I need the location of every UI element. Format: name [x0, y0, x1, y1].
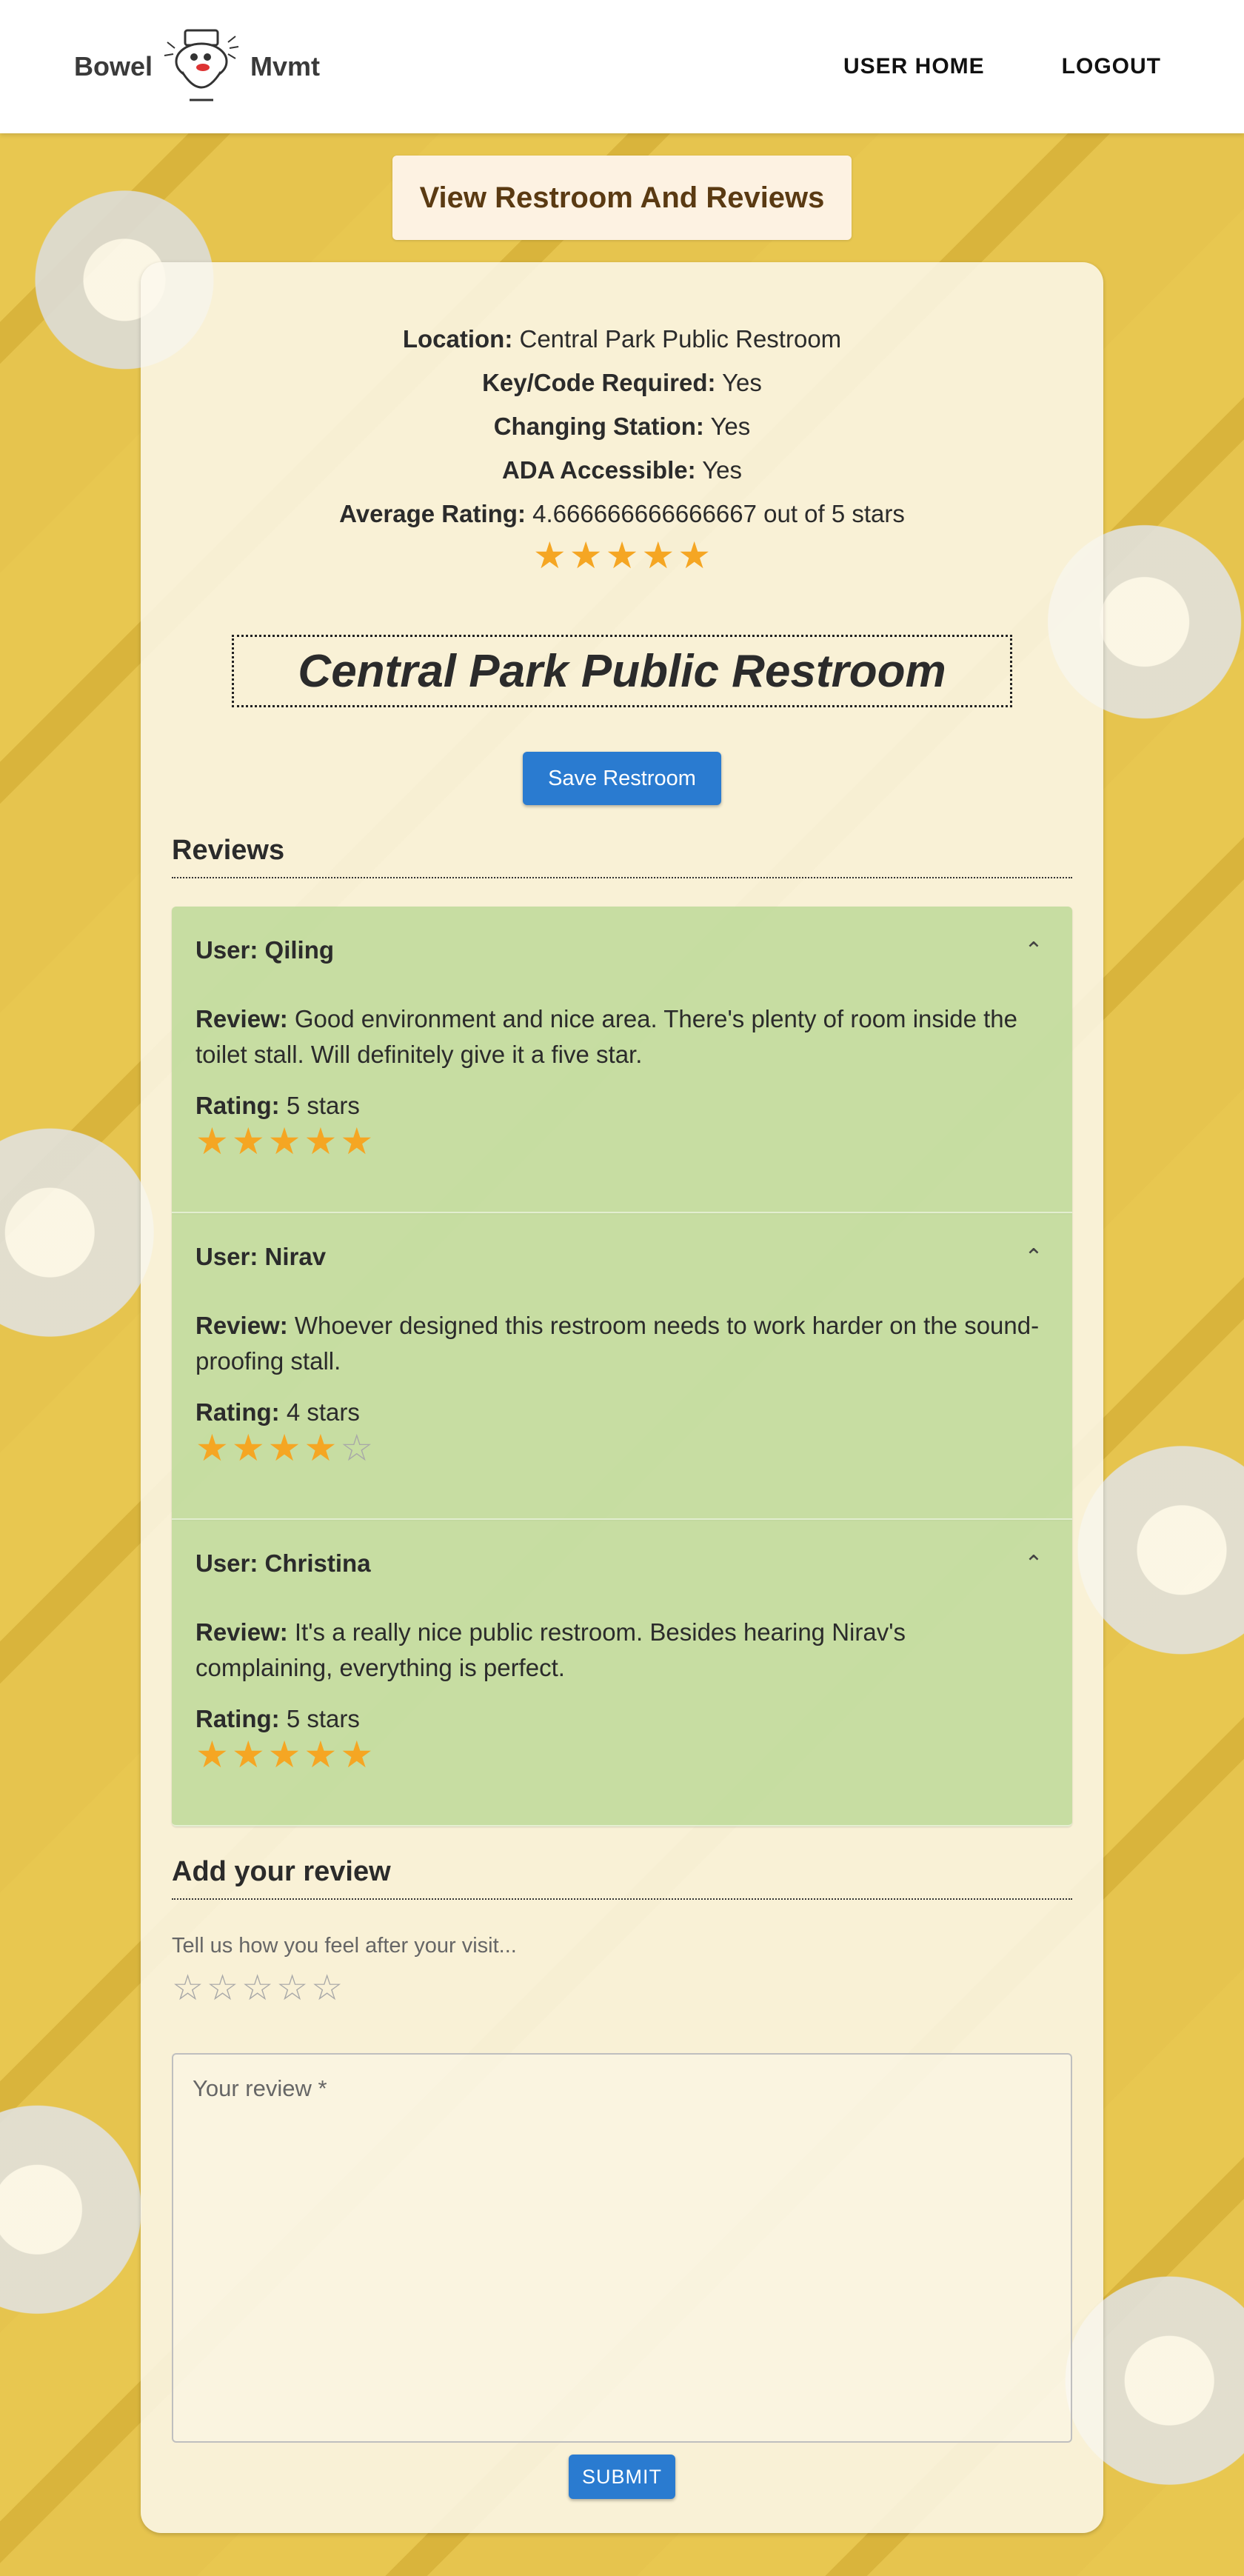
location-value: Central Park Public Restroom: [519, 325, 842, 353]
average-rating-label: Average Rating:: [339, 500, 526, 527]
star-filled-icon: ★: [340, 1121, 374, 1162]
top-navbar: Bowel Mvmt USER HOME LOGOUT: [0, 0, 1244, 133]
page-title: View Restroom And Reviews: [419, 181, 825, 214]
review-header[interactable]: User: Qiling ⌃: [195, 936, 1049, 964]
main-nav: USER HOME LOGOUT: [835, 47, 1170, 87]
review-user: User: Qiling: [195, 936, 335, 964]
star-empty-icon[interactable]: ☆: [276, 1970, 308, 2007]
rating-prompt: Tell us how you feel after your visit...: [172, 1934, 517, 1958]
review-stars: ★ ★ ★ ★ ☆: [195, 1429, 373, 1466]
chevron-up-icon[interactable]: ⌃: [1019, 1244, 1049, 1270]
ada-line: ADA Accessible: Yes: [141, 448, 1103, 492]
reviews-list: User: Qiling ⌃ Review: Good environment …: [172, 907, 1072, 1826]
page-title-box: View Restroom And Reviews: [392, 156, 852, 240]
toilet-logo-icon: [164, 29, 239, 101]
star-filled-icon: ★: [231, 1121, 265, 1162]
rating-label: Rating:: [195, 1092, 280, 1119]
nav-user-home[interactable]: USER HOME: [835, 47, 994, 87]
average-rating-line: Average Rating: 4.666666666666667 out of…: [141, 492, 1103, 535]
review-item: User: Qiling ⌃ Review: Good environment …: [172, 907, 1072, 1213]
star-empty-icon[interactable]: ☆: [241, 1970, 273, 2007]
rating-value: 5 stars: [286, 1705, 360, 1732]
star-filled-icon: ★: [569, 535, 603, 576]
key-line: Key/Code Required: Yes: [141, 361, 1103, 404]
review-text: Review: Whoever designed this restroom n…: [195, 1308, 1049, 1379]
star-filled-icon: ★: [304, 1734, 338, 1775]
star-filled-icon: ★: [267, 1734, 301, 1775]
review-textarea[interactable]: Your review *: [172, 2053, 1072, 2443]
save-restroom-button[interactable]: Save Restroom: [523, 752, 721, 805]
review-textarea-placeholder: Your review *: [193, 2075, 327, 2101]
rating-value: 5 stars: [286, 1092, 360, 1119]
restroom-info: Location: Central Park Public Restroom K…: [141, 262, 1103, 574]
average-rating-value: 4.666666666666667 out of 5 stars: [532, 500, 905, 527]
reviews-heading: Reviews: [172, 835, 1072, 878]
review-header[interactable]: User: Christina ⌃: [195, 1549, 1049, 1578]
location-line: Location: Central Park Public Restroom: [141, 317, 1103, 361]
ada-value: Yes: [702, 456, 743, 484]
star-filled-icon: ★: [532, 535, 566, 576]
chevron-up-icon[interactable]: ⌃: [1019, 1551, 1049, 1577]
review-label: Review:: [195, 1005, 288, 1032]
review-body: It's a really nice public restroom. Besi…: [195, 1618, 906, 1681]
review-label: Review:: [195, 1312, 288, 1339]
star-empty-icon: ☆: [340, 1427, 374, 1469]
rating-input-stars[interactable]: ☆ ☆ ☆ ☆ ☆: [172, 1970, 343, 2007]
key-label: Key/Code Required:: [482, 369, 716, 396]
star-filled-icon: ★: [304, 1427, 338, 1469]
changing-value: Yes: [710, 413, 751, 440]
review-text: Review: Good environment and nice area. …: [195, 1001, 1049, 1072]
review-body: Whoever designed this restroom needs to …: [195, 1312, 1040, 1375]
star-filled-icon: ★: [641, 535, 675, 576]
star-filled-icon: ★: [195, 1427, 229, 1469]
star-filled-icon: ★: [231, 1734, 265, 1775]
nav-logout[interactable]: LOGOUT: [1053, 47, 1170, 87]
star-filled-icon: ★: [195, 1121, 229, 1162]
review-rating: Rating: 4 stars: [195, 1398, 1049, 1427]
changing-line: Changing Station: Yes: [141, 404, 1103, 448]
average-rating-stars: ★ ★ ★ ★ ★: [533, 537, 711, 574]
logo-text-right: Mvmt: [250, 51, 321, 81]
review-text: Review: It's a really nice public restro…: [195, 1615, 1049, 1686]
star-filled-icon: ★: [267, 1427, 301, 1469]
star-filled-icon: ★: [678, 535, 712, 576]
restroom-card: Location: Central Park Public Restroom K…: [141, 262, 1103, 2533]
review-rating: Rating: 5 stars: [195, 1092, 1049, 1120]
review-rating: Rating: 5 stars: [195, 1705, 1049, 1733]
review-body: Good environment and nice area. There's …: [195, 1005, 1017, 1068]
star-filled-icon: ★: [304, 1121, 338, 1162]
rating-label: Rating:: [195, 1398, 280, 1426]
review-item: User: Christina ⌃ Review: It's a really …: [172, 1520, 1072, 1826]
location-label: Location:: [402, 325, 513, 353]
restroom-name-box: Central Park Public Restroom: [232, 635, 1012, 707]
star-empty-icon[interactable]: ☆: [207, 1970, 238, 2007]
chevron-up-icon[interactable]: ⌃: [1019, 938, 1049, 964]
logo[interactable]: Bowel Mvmt: [74, 26, 320, 107]
ada-label: ADA Accessible:: [501, 456, 696, 484]
review-label: Review:: [195, 1618, 288, 1646]
star-filled-icon: ★: [267, 1121, 301, 1162]
key-value: Yes: [722, 369, 762, 396]
star-empty-icon[interactable]: ☆: [172, 1970, 204, 2007]
restroom-name: Central Park Public Restroom: [298, 645, 946, 697]
submit-review-button[interactable]: SUBMIT: [569, 2455, 675, 2499]
star-empty-icon[interactable]: ☆: [311, 1970, 343, 2007]
review-user: User: Christina: [195, 1549, 371, 1577]
review-item: User: Nirav ⌃ Review: Whoever designed t…: [172, 1213, 1072, 1520]
changing-label: Changing Station:: [493, 413, 704, 440]
logo-text-left: Bowel: [74, 51, 153, 81]
add-review-heading: Add your review: [172, 1856, 1072, 1900]
star-filled-icon: ★: [340, 1734, 374, 1775]
star-filled-icon: ★: [195, 1734, 229, 1775]
review-header[interactable]: User: Nirav ⌃: [195, 1243, 1049, 1271]
star-filled-icon: ★: [605, 535, 639, 576]
review-stars: ★ ★ ★ ★ ★: [195, 1123, 373, 1160]
review-stars: ★ ★ ★ ★ ★: [195, 1736, 373, 1773]
review-user: User: Nirav: [195, 1243, 327, 1270]
star-filled-icon: ★: [231, 1427, 265, 1469]
rating-value: 4 stars: [286, 1398, 360, 1426]
rating-label: Rating:: [195, 1705, 280, 1732]
